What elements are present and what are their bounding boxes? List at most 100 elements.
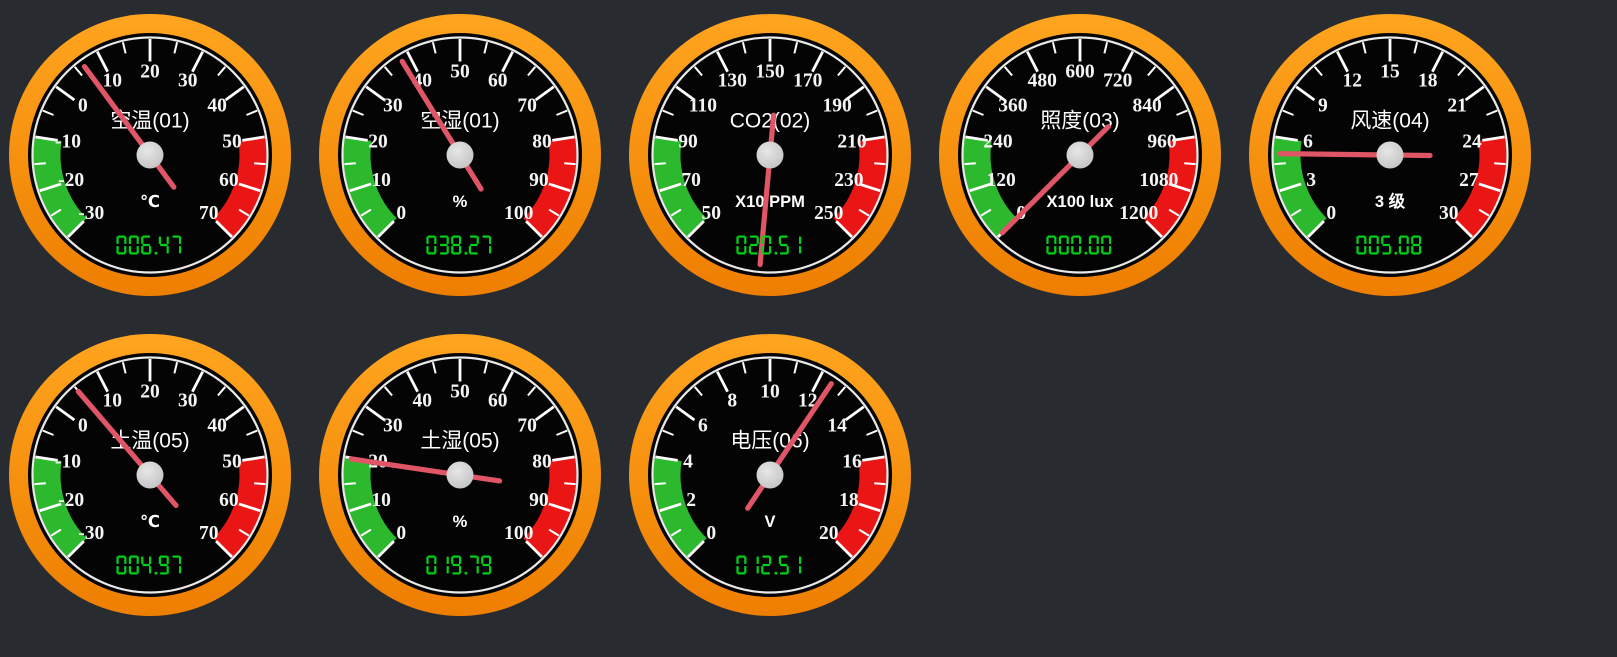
svg-text:20: 20	[819, 523, 839, 544]
svg-text:14: 14	[827, 416, 847, 437]
gauge-soil-moisture-05: 0102030405060708090100土湿(05)%	[318, 333, 602, 617]
svg-text:20: 20	[140, 62, 160, 83]
svg-text:24: 24	[1462, 132, 1482, 153]
svg-text:9: 9	[1318, 96, 1328, 117]
svg-text:100: 100	[504, 203, 533, 224]
svg-text:600: 600	[1065, 62, 1094, 83]
svg-text:100: 100	[504, 523, 533, 544]
svg-text:110: 110	[689, 96, 717, 117]
svg-text:90: 90	[529, 170, 549, 191]
sensor-gauge-dashboard: -30-20-10010203040506070空温(01)℃ 01020304…	[0, 0, 1617, 657]
gauge-unit: %	[453, 513, 468, 531]
svg-text:-20: -20	[58, 170, 84, 191]
gauge-wind-speed-04: 036912151821242730风速(04)3 级	[1248, 13, 1532, 297]
svg-text:60: 60	[219, 490, 239, 511]
svg-text:40: 40	[413, 391, 433, 412]
svg-text:360: 360	[998, 96, 1027, 117]
svg-text:0: 0	[78, 416, 88, 437]
svg-text:18: 18	[1418, 71, 1438, 92]
svg-text:0: 0	[706, 523, 716, 544]
gauge-hub	[447, 142, 474, 169]
gauge-illuminance-03: 012024036048060072084096010801200照度(03)X…	[938, 13, 1222, 297]
svg-text:60: 60	[488, 71, 508, 92]
svg-text:210: 210	[837, 132, 866, 153]
svg-text:8: 8	[727, 391, 737, 412]
gauge-hub	[1377, 142, 1404, 169]
svg-text:21: 21	[1447, 96, 1467, 117]
gauge-unit: %	[453, 193, 468, 211]
svg-text:50: 50	[450, 382, 470, 403]
gauge-hub	[137, 142, 164, 169]
svg-text:0: 0	[396, 203, 406, 224]
svg-text:70: 70	[199, 523, 219, 544]
svg-text:-20: -20	[58, 490, 84, 511]
svg-text:170: 170	[793, 71, 822, 92]
gauge-co2-02: 507090110130150170190210230250CO2(02)X10…	[628, 13, 912, 297]
svg-text:70: 70	[199, 203, 219, 224]
gauge-hub	[447, 462, 474, 489]
svg-text:50: 50	[450, 62, 470, 83]
svg-text:18: 18	[839, 490, 859, 511]
svg-text:0: 0	[78, 96, 88, 117]
svg-text:20: 20	[140, 382, 160, 403]
svg-text:6: 6	[1303, 132, 1313, 153]
gauge-air-humidity-01: 0102030405060708090100空湿(01)%	[318, 13, 602, 297]
svg-text:30: 30	[383, 96, 403, 117]
svg-text:60: 60	[219, 170, 239, 191]
svg-text:90: 90	[529, 490, 549, 511]
svg-text:960: 960	[1147, 132, 1176, 153]
gauge-unit: V	[764, 513, 775, 531]
svg-text:240: 240	[983, 132, 1012, 153]
gauge-hub	[1067, 142, 1094, 169]
svg-text:130: 130	[718, 71, 747, 92]
svg-text:120: 120	[986, 170, 1015, 191]
svg-text:0: 0	[396, 523, 406, 544]
gauge-hub	[757, 142, 784, 169]
svg-text:50: 50	[222, 132, 242, 153]
svg-text:30: 30	[178, 71, 198, 92]
gauge-unit: 3 级	[1375, 191, 1406, 211]
svg-text:1080: 1080	[1139, 170, 1178, 191]
svg-text:60: 60	[488, 391, 508, 412]
gauge-hub	[757, 462, 784, 489]
svg-text:80: 80	[532, 132, 552, 153]
svg-text:40: 40	[207, 96, 227, 117]
svg-text:16: 16	[842, 452, 862, 473]
gauge-unit: X10 PPM	[735, 193, 805, 211]
svg-text:480: 480	[1028, 71, 1057, 92]
svg-text:12: 12	[1343, 71, 1363, 92]
gauge-unit: ℃	[140, 193, 160, 211]
svg-text:-30: -30	[78, 523, 104, 544]
svg-text:150: 150	[755, 62, 784, 83]
svg-text:-10: -10	[55, 132, 81, 153]
svg-text:10: 10	[103, 71, 123, 92]
svg-text:15: 15	[1380, 62, 1400, 83]
svg-text:2: 2	[686, 490, 696, 511]
svg-text:190: 190	[822, 96, 851, 117]
svg-text:70: 70	[517, 416, 537, 437]
svg-text:70: 70	[517, 96, 537, 117]
svg-text:840: 840	[1132, 96, 1161, 117]
svg-text:10: 10	[371, 490, 391, 511]
svg-text:-30: -30	[78, 203, 104, 224]
gauge-voltage-06: 02468101214161820电压(06)V	[628, 333, 912, 617]
gauge-hub	[137, 462, 164, 489]
gauge-title: 土湿(05)	[420, 430, 499, 453]
svg-text:50: 50	[222, 452, 242, 473]
svg-text:10: 10	[103, 391, 123, 412]
svg-text:4: 4	[683, 452, 693, 473]
svg-text:720: 720	[1103, 71, 1132, 92]
svg-text:20: 20	[368, 132, 388, 153]
svg-text:250: 250	[814, 203, 843, 224]
svg-text:10: 10	[760, 382, 780, 403]
svg-text:70: 70	[681, 170, 701, 191]
svg-text:30: 30	[178, 391, 198, 412]
svg-text:1200: 1200	[1119, 203, 1158, 224]
svg-text:30: 30	[383, 416, 403, 437]
svg-text:50: 50	[702, 203, 722, 224]
svg-text:230: 230	[834, 170, 863, 191]
svg-text:30: 30	[1439, 203, 1459, 224]
svg-text:6: 6	[698, 416, 708, 437]
svg-text:40: 40	[207, 416, 227, 437]
gauge-needle	[1280, 154, 1430, 156]
